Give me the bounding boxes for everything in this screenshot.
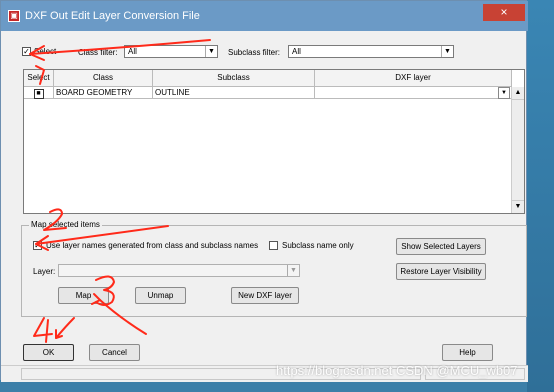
annotation-arrow-1 <box>29 39 211 55</box>
annotation-overlay <box>29 39 211 343</box>
annotation-number-2 <box>43 208 67 231</box>
annotation-arrowhead-3 <box>91 293 101 305</box>
annotation-arrow-4 <box>55 317 75 339</box>
annotation-arrow-3 <box>99 299 147 335</box>
annotation-number-4 <box>33 317 53 343</box>
annotation-number-1-mark <box>35 65 45 85</box>
